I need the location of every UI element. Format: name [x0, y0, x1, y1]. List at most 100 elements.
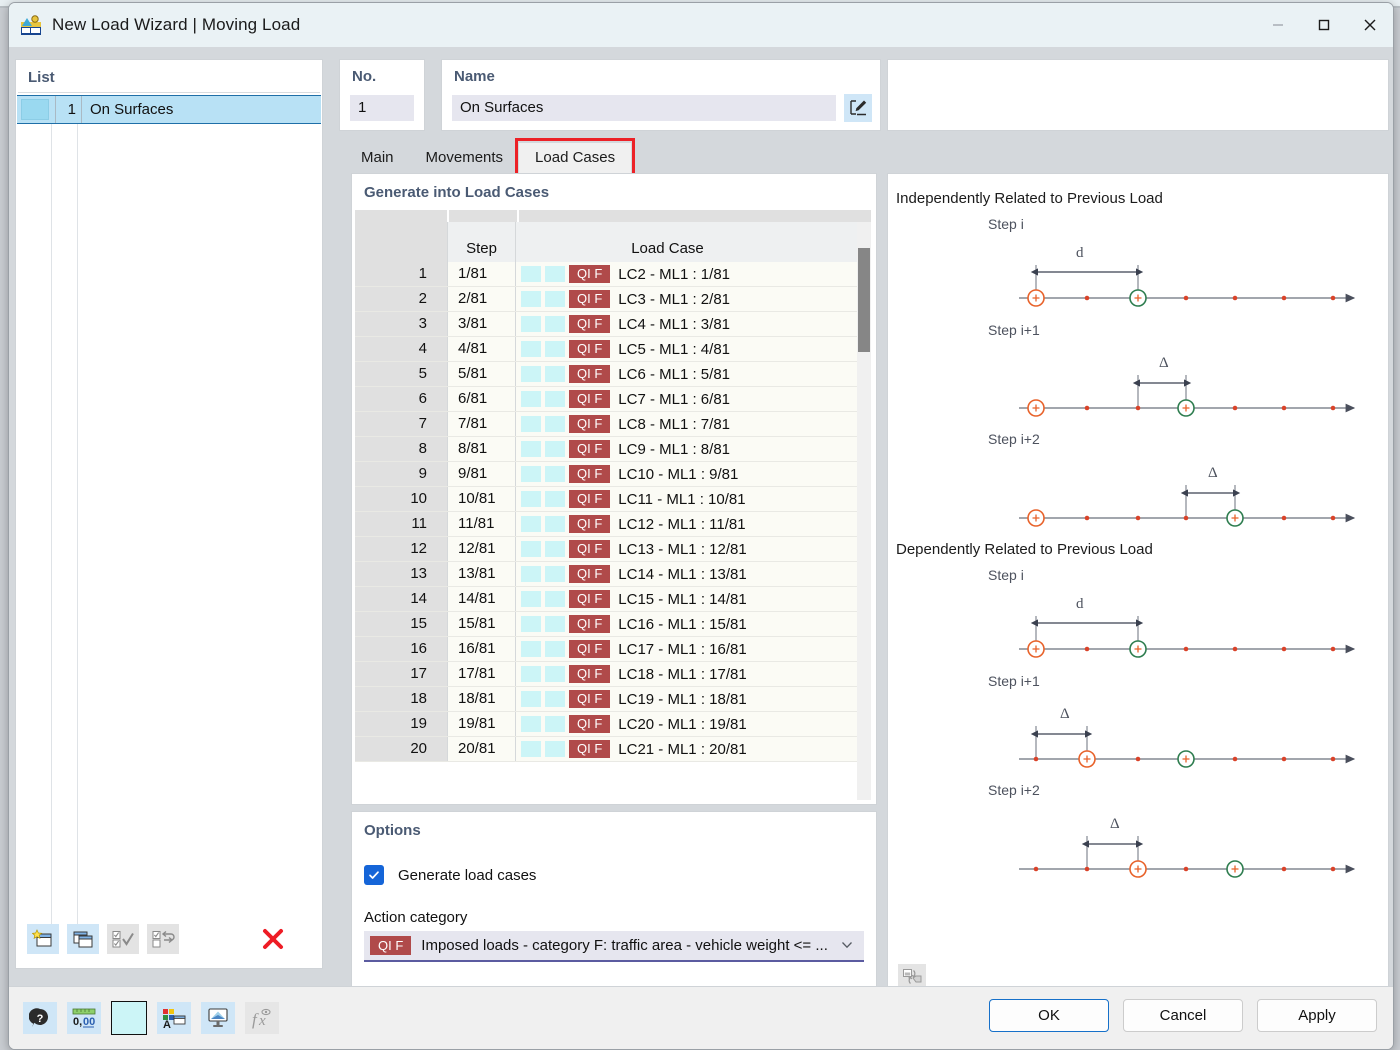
- load-case-text: LC17 - ML1 : 16/81: [618, 640, 747, 658]
- table-cell-step[interactable]: 12/81: [447, 537, 515, 561]
- table-cell-step[interactable]: 16/81: [447, 637, 515, 661]
- dependent-step-2-dim-label: Δ: [1110, 816, 1120, 832]
- table-cell-load-case[interactable]: QI F LC15 - ML1 : 14/81: [515, 587, 871, 611]
- table-cell-load-case[interactable]: QI F LC2 - ML1 : 1/81: [515, 262, 871, 286]
- table-cell-load-case[interactable]: QI F LC4 - ML1 : 3/81: [515, 312, 871, 336]
- table-cell-load-case[interactable]: QI F LC6 - ML1 : 5/81: [515, 362, 871, 386]
- table-cell-load-case[interactable]: QI F LC14 - ML1 : 13/81: [515, 562, 871, 586]
- table-cell-step[interactable]: 7/81: [447, 412, 515, 436]
- table-cell-step[interactable]: 17/81: [447, 662, 515, 686]
- table-row[interactable]: 1 1/81 QI F LC2 - ML1 : 1/81: [355, 262, 871, 287]
- maximize-button[interactable]: [1301, 3, 1347, 47]
- table-row[interactable]: 5 5/81 QI F LC6 - ML1 : 5/81: [355, 362, 871, 387]
- table-row[interactable]: 13 13/81 QI F LC14 - ML1 : 13/81: [355, 562, 871, 587]
- table-cell-step[interactable]: 8/81: [447, 437, 515, 461]
- table-header-step[interactable]: Step: [447, 222, 515, 262]
- table-row[interactable]: 2 2/81 QI F LC3 - ML1 : 2/81: [355, 287, 871, 312]
- table-cell-step[interactable]: 11/81: [447, 512, 515, 536]
- name-input[interactable]: [452, 95, 836, 121]
- row-color-swatch-b: [545, 641, 565, 657]
- table-row[interactable]: 9 9/81 QI F LC10 - ML1 : 9/81: [355, 462, 871, 487]
- table-cell-load-case[interactable]: QI F LC8 - ML1 : 7/81: [515, 412, 871, 436]
- table-cell-load-case[interactable]: QI F LC3 - ML1 : 2/81: [515, 287, 871, 311]
- table-cell-step[interactable]: 20/81: [447, 737, 515, 761]
- table-scrollbar-thumb[interactable]: [858, 248, 870, 352]
- load-case-text: LC2 - ML1 : 1/81: [618, 265, 731, 283]
- table-cell-load-case[interactable]: QI F LC12 - ML1 : 11/81: [515, 512, 871, 536]
- visibility-button[interactable]: [201, 1002, 235, 1034]
- generate-load-cases-checkbox[interactable]: [364, 865, 384, 885]
- cancel-button[interactable]: Cancel: [1123, 999, 1243, 1032]
- table-cell-load-case[interactable]: QI F LC7 - ML1 : 6/81: [515, 387, 871, 411]
- table-cell-load-case[interactable]: QI F LC11 - ML1 : 10/81: [515, 487, 871, 511]
- table-cell-step[interactable]: 10/81: [447, 487, 515, 511]
- list-header-divider: [18, 92, 320, 93]
- table-cell-step[interactable]: 14/81: [447, 587, 515, 611]
- table-row[interactable]: 20 20/81 QI F LC21 - ML1 : 20/81: [355, 737, 871, 762]
- footer-buttons: OK Cancel Apply: [989, 999, 1377, 1032]
- table-cell-load-case[interactable]: QI F LC16 - ML1 : 15/81: [515, 612, 871, 636]
- table-cell-step[interactable]: 9/81: [447, 462, 515, 486]
- table-cell-load-case[interactable]: QI F LC18 - ML1 : 17/81: [515, 662, 871, 686]
- svg-text:f: f: [252, 1010, 259, 1029]
- table-row[interactable]: 14 14/81 QI F LC15 - ML1 : 14/81: [355, 587, 871, 612]
- table-cell-step[interactable]: 18/81: [447, 687, 515, 711]
- apply-button[interactable]: Apply: [1257, 999, 1377, 1032]
- table-cell-step[interactable]: 1/81: [447, 262, 515, 286]
- table-cell-load-case[interactable]: QI F LC20 - ML1 : 19/81: [515, 712, 871, 736]
- minimize-button[interactable]: [1255, 3, 1301, 47]
- table-cell-step[interactable]: 3/81: [447, 312, 515, 336]
- table-row[interactable]: 6 6/81 QI F LC7 - ML1 : 6/81: [355, 387, 871, 412]
- table-row[interactable]: 18 18/81 QI F LC19 - ML1 : 18/81: [355, 687, 871, 712]
- close-button[interactable]: [1347, 3, 1393, 47]
- display-properties-button[interactable]: A: [157, 1002, 191, 1034]
- table-cell-step[interactable]: 5/81: [447, 362, 515, 386]
- table-cell-load-case[interactable]: QI F LC19 - ML1 : 18/81: [515, 687, 871, 711]
- table-cell-step[interactable]: 19/81: [447, 712, 515, 736]
- dependent-step-0-label: Step i: [988, 567, 1024, 583]
- chevron-down-icon[interactable]: [839, 937, 855, 958]
- table-scrollbar[interactable]: [857, 222, 871, 800]
- table-row[interactable]: 17 17/81 QI F LC18 - ML1 : 17/81: [355, 662, 871, 687]
- table-row[interactable]: 12 12/81 QI F LC13 - ML1 : 12/81: [355, 537, 871, 562]
- table-cell-load-case[interactable]: QI F LC17 - ML1 : 16/81: [515, 637, 871, 661]
- table-cell-step[interactable]: 6/81: [447, 387, 515, 411]
- edit-name-icon[interactable]: [844, 94, 872, 122]
- table-cell-step[interactable]: 15/81: [447, 612, 515, 636]
- ok-button[interactable]: OK: [989, 999, 1109, 1032]
- table-cell-step[interactable]: 13/81: [447, 562, 515, 586]
- table-cell-load-case[interactable]: QI F LC9 - ML1 : 8/81: [515, 437, 871, 461]
- table-cell-load-case[interactable]: QI F LC21 - ML1 : 20/81: [515, 737, 871, 761]
- help-button[interactable]: ?: [23, 1002, 57, 1034]
- table-row[interactable]: 16 16/81 QI F LC17 - ML1 : 16/81: [355, 637, 871, 662]
- table-row[interactable]: 7 7/81 QI F LC8 - ML1 : 7/81: [355, 412, 871, 437]
- table-row[interactable]: 11 11/81 QI F LC12 - ML1 : 11/81: [355, 512, 871, 537]
- tab-movements[interactable]: Movements: [409, 143, 520, 173]
- units-decimal-button[interactable]: 0, 00: [67, 1002, 101, 1034]
- table-cell-load-case[interactable]: QI F LC5 - ML1 : 4/81: [515, 337, 871, 361]
- new-item-button[interactable]: [27, 924, 59, 954]
- copy-item-button[interactable]: [67, 924, 99, 954]
- table-row[interactable]: 8 8/81 QI F LC9 - ML1 : 8/81: [355, 437, 871, 462]
- table-cell-index: 4: [355, 337, 447, 361]
- table-row[interactable]: 15 15/81 QI F LC16 - ML1 : 15/81: [355, 612, 871, 637]
- table-header-load-case[interactable]: Load Case: [515, 222, 871, 262]
- action-category-select[interactable]: QI F Imposed loads - category F: traffic…: [364, 931, 864, 962]
- number-input[interactable]: [350, 95, 414, 121]
- table-row[interactable]: 4 4/81 QI F LC5 - ML1 : 4/81: [355, 337, 871, 362]
- table-column-resizer-bar[interactable]: [355, 210, 871, 222]
- table-cell-step[interactable]: 2/81: [447, 287, 515, 311]
- list-item[interactable]: 1 On Surfaces: [17, 95, 321, 124]
- table-cell-index: 9: [355, 462, 447, 486]
- table-cell-load-case[interactable]: QI F LC13 - ML1 : 12/81: [515, 537, 871, 561]
- delete-item-button[interactable]: [257, 924, 289, 954]
- row-color-swatch-a: [521, 666, 541, 682]
- tab-main[interactable]: Main: [345, 143, 410, 173]
- color-swatch-button[interactable]: [111, 1001, 147, 1035]
- table-cell-step[interactable]: 4/81: [447, 337, 515, 361]
- table-cell-load-case[interactable]: QI F LC10 - ML1 : 9/81: [515, 462, 871, 486]
- tab-load-cases[interactable]: Load Cases: [515, 138, 636, 177]
- table-row[interactable]: 19 19/81 QI F LC20 - ML1 : 19/81: [355, 712, 871, 737]
- table-row[interactable]: 3 3/81 QI F LC4 - ML1 : 3/81: [355, 312, 871, 337]
- table-row[interactable]: 10 10/81 QI F LC11 - ML1 : 10/81: [355, 487, 871, 512]
